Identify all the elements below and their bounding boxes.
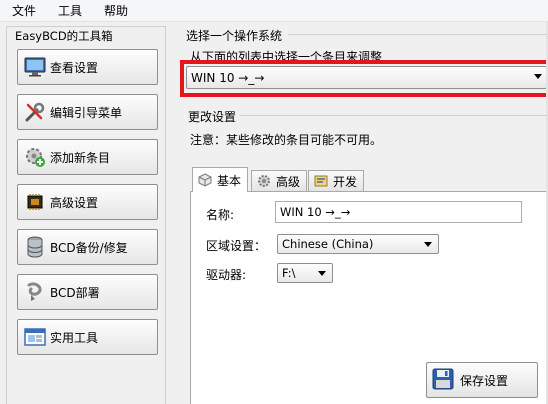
easybcd-window: 文件 工具 帮助 EasyBCD的工具箱 查看设置 编辑引导菜单 添加新条目 高… bbox=[0, 0, 548, 404]
drive-value: F:\ bbox=[282, 266, 296, 280]
bcd-deploy-button[interactable]: BCD部署 bbox=[17, 274, 158, 310]
drive-select[interactable]: F:\ bbox=[277, 263, 333, 283]
add-entry-label: 添加新条目 bbox=[50, 150, 111, 165]
add-entry-button[interactable]: 添加新条目 bbox=[17, 139, 158, 175]
view-settings-label: 查看设置 bbox=[50, 60, 99, 75]
chevron-down-icon bbox=[318, 271, 326, 276]
bcd-backup-label: BCD备份/修复 bbox=[50, 240, 128, 255]
menu-file[interactable]: 文件 bbox=[0, 0, 46, 22]
deploy-icon bbox=[22, 279, 48, 305]
edit-boot-menu-button[interactable]: 编辑引导菜单 bbox=[17, 94, 158, 130]
bcd-backup-button[interactable]: BCD备份/修复 bbox=[17, 229, 158, 265]
view-settings-button[interactable]: 查看设置 bbox=[17, 49, 158, 85]
chevron-down-icon bbox=[424, 242, 432, 247]
advanced-settings-label: 高级设置 bbox=[50, 195, 99, 210]
menu-bar: 文件 工具 帮助 bbox=[0, 0, 548, 22]
dev-icon bbox=[313, 173, 329, 189]
chevron-down-icon bbox=[534, 74, 542, 79]
gear-icon bbox=[256, 173, 272, 189]
save-settings-button[interactable]: 保存设置 bbox=[426, 362, 538, 398]
edit-boot-menu-label: 编辑引导菜单 bbox=[50, 105, 123, 120]
save-settings-label: 保存设置 bbox=[460, 373, 509, 388]
os-entry-selected: WIN 10 →_→ bbox=[191, 70, 265, 85]
gear-add-icon bbox=[22, 144, 48, 170]
change-settings-title: 更改设置 bbox=[188, 110, 237, 124]
utilities-button[interactable]: 实用工具 bbox=[17, 319, 158, 355]
database-icon bbox=[22, 234, 48, 260]
bcd-deploy-label: BCD部署 bbox=[50, 285, 100, 300]
os-entry-dropdown[interactable]: WIN 10 →_→ bbox=[186, 66, 547, 89]
change-settings-divider bbox=[240, 115, 546, 116]
windows-icon bbox=[22, 324, 48, 350]
toolbox-title: EasyBCD的工具箱 bbox=[13, 28, 115, 44]
name-input[interactable]: WIN 10 →_→ bbox=[275, 201, 522, 223]
locale-label: 区域设置： bbox=[206, 239, 267, 253]
menu-tools[interactable]: 工具 bbox=[46, 0, 92, 22]
toolbox-panel: EasyBCD的工具箱 查看设置 编辑引导菜单 添加新条目 高级设置 BCD备份… bbox=[6, 26, 166, 404]
drive-label: 驱动器: bbox=[206, 268, 247, 282]
cube-icon bbox=[197, 172, 213, 188]
name-label: 名称: bbox=[206, 208, 235, 222]
tab-advanced[interactable]: 高级 bbox=[251, 170, 308, 191]
menu-help[interactable]: 帮助 bbox=[92, 0, 138, 22]
tab-development[interactable]: 开发 bbox=[308, 170, 365, 191]
notice-text: 注意：某些修改的条目可能不可用。 bbox=[190, 133, 383, 147]
locale-value: Chinese (China) bbox=[282, 237, 374, 251]
floppy-disk-icon bbox=[432, 368, 456, 392]
tab-development-label: 开发 bbox=[333, 174, 358, 189]
select-os-title: 选择一个操作系统 bbox=[186, 29, 283, 43]
wrench-screwdriver-icon bbox=[22, 99, 48, 125]
tab-basic-label: 基本 bbox=[217, 173, 242, 188]
locale-select[interactable]: Chinese (China) bbox=[277, 234, 439, 254]
tab-basic[interactable]: 基本 bbox=[192, 167, 249, 192]
advanced-settings-button[interactable]: 高级设置 bbox=[17, 184, 158, 220]
utilities-label: 实用工具 bbox=[50, 330, 99, 345]
select-os-divider bbox=[288, 34, 546, 35]
monitor-icon bbox=[22, 54, 48, 80]
chip-icon bbox=[22, 189, 48, 215]
tab-advanced-label: 高级 bbox=[276, 174, 301, 189]
